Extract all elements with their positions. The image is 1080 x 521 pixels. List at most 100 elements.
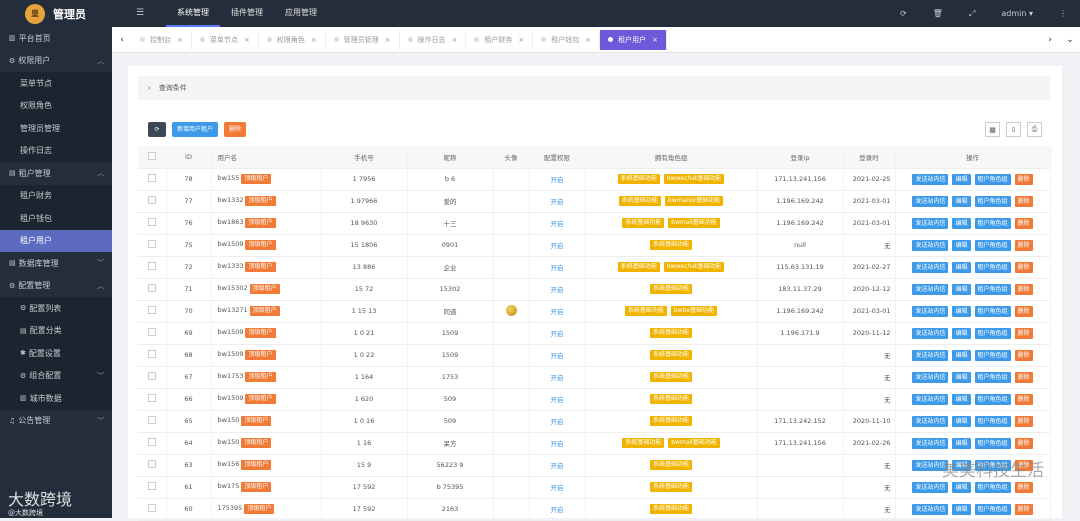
row-select[interactable] bbox=[138, 498, 167, 521]
delete-button[interactable]: 删除 bbox=[1014, 217, 1033, 229]
print-icon[interactable]: ⎙ bbox=[1027, 122, 1042, 137]
sidebar-item[interactable]: 管理员管理 bbox=[0, 117, 112, 140]
fullscreen-icon[interactable]: ⤢ bbox=[969, 9, 975, 19]
edit-button[interactable]: 编辑 bbox=[952, 173, 971, 185]
row-permission[interactable]: 开启 bbox=[529, 300, 586, 323]
query-toggle[interactable]: › 查询条件 bbox=[138, 76, 1050, 100]
refresh-button[interactable]: ⟳ bbox=[148, 122, 166, 137]
sidebar-item[interactable]: ▥ 平台首页 bbox=[0, 27, 112, 50]
delete-button[interactable]: 删除 bbox=[1014, 195, 1033, 207]
sidebar-item[interactable]: ⚙ 配置管理 ︿ bbox=[0, 275, 112, 298]
add-tenant-button[interactable]: 新增用户租户 bbox=[172, 122, 219, 137]
permission-link[interactable]: 开启 bbox=[551, 176, 564, 184]
close-icon[interactable]: × bbox=[177, 30, 183, 50]
edit-button[interactable]: 编辑 bbox=[952, 481, 971, 493]
topnav-item[interactable]: 应用管理 bbox=[274, 0, 328, 27]
select-all[interactable] bbox=[138, 146, 167, 169]
permission-link[interactable]: 开启 bbox=[551, 264, 564, 272]
row-select[interactable] bbox=[138, 300, 167, 323]
row-select[interactable] bbox=[138, 476, 167, 499]
row-permission[interactable]: 开启 bbox=[529, 476, 586, 499]
tabs-left-icon[interactable]: ‹ bbox=[112, 35, 132, 45]
topnav-item[interactable]: 插件管理 bbox=[220, 0, 274, 27]
row-select[interactable] bbox=[138, 234, 167, 257]
edit-button[interactable]: 编辑 bbox=[952, 437, 971, 449]
delete-button[interactable]: 删除 bbox=[224, 122, 247, 137]
permission-link[interactable]: 开启 bbox=[551, 462, 564, 470]
permission-link[interactable]: 开启 bbox=[551, 352, 564, 360]
send-message-button[interactable]: 发送站内信 bbox=[912, 349, 949, 361]
role-group-button[interactable]: 租户角色组 bbox=[974, 195, 1011, 207]
row-select[interactable] bbox=[138, 256, 167, 279]
checkbox[interactable] bbox=[147, 240, 156, 248]
send-message-button[interactable]: 发送站内信 bbox=[912, 173, 949, 185]
menu-icon[interactable]: ☰ bbox=[136, 8, 144, 18]
row-permission[interactable]: 开启 bbox=[529, 322, 586, 345]
row-select[interactable] bbox=[138, 212, 167, 235]
send-message-button[interactable]: 发送站内信 bbox=[912, 327, 949, 339]
sidebar-item[interactable]: 租户用户 bbox=[0, 229, 112, 252]
permission-link[interactable]: 开启 bbox=[551, 330, 564, 338]
user-menu[interactable]: admin ▾ bbox=[1001, 9, 1033, 18]
role-group-button[interactable]: 租户角色组 bbox=[974, 437, 1011, 449]
permission-link[interactable]: 开启 bbox=[551, 198, 564, 206]
permission-link[interactable]: 开启 bbox=[551, 374, 564, 382]
delete-button[interactable]: 删除 bbox=[1014, 305, 1033, 317]
role-group-button[interactable]: 租户角色组 bbox=[974, 371, 1011, 383]
permission-link[interactable]: 开启 bbox=[551, 418, 564, 426]
row-select[interactable] bbox=[138, 322, 167, 345]
row-permission[interactable]: 开启 bbox=[529, 454, 586, 477]
delete-button[interactable]: 删除 bbox=[1014, 261, 1033, 273]
edit-button[interactable]: 编辑 bbox=[952, 503, 971, 515]
role-group-button[interactable]: 租户角色组 bbox=[974, 349, 1011, 361]
row-permission[interactable]: 开启 bbox=[529, 498, 586, 521]
row-select[interactable] bbox=[138, 388, 167, 411]
role-group-button[interactable]: 租户角色组 bbox=[974, 481, 1011, 493]
permission-link[interactable]: 开启 bbox=[551, 506, 564, 514]
checkbox[interactable] bbox=[147, 394, 156, 402]
permission-link[interactable]: 开启 bbox=[551, 286, 564, 294]
tab-item[interactable]: 租户用户 × bbox=[600, 29, 667, 50]
send-message-button[interactable]: 发送站内信 bbox=[912, 217, 949, 229]
edit-button[interactable]: 编辑 bbox=[952, 327, 971, 339]
edit-button[interactable]: 编辑 bbox=[952, 239, 971, 251]
tab-item[interactable]: 租户财务 × bbox=[466, 29, 534, 50]
edit-button[interactable]: 编辑 bbox=[952, 305, 971, 317]
close-icon[interactable]: × bbox=[518, 30, 524, 50]
role-group-button[interactable]: 租户角色组 bbox=[974, 217, 1011, 229]
checkbox[interactable] bbox=[147, 196, 156, 204]
permission-link[interactable]: 开启 bbox=[551, 308, 564, 316]
checkbox[interactable] bbox=[147, 174, 156, 182]
checkbox[interactable] bbox=[147, 372, 156, 380]
role-group-button[interactable]: 租户角色组 bbox=[974, 305, 1011, 317]
checkbox[interactable] bbox=[147, 284, 156, 292]
role-group-button[interactable]: 租户角色组 bbox=[974, 503, 1011, 515]
role-group-button[interactable]: 租户角色组 bbox=[974, 239, 1011, 251]
sidebar-item[interactable]: 权限角色 bbox=[0, 94, 112, 117]
checkbox[interactable] bbox=[147, 460, 156, 468]
role-group-button[interactable]: 租户角色组 bbox=[974, 283, 1011, 295]
edit-button[interactable]: 编辑 bbox=[952, 371, 971, 383]
permission-link[interactable]: 开启 bbox=[551, 484, 564, 492]
delete-button[interactable]: 删除 bbox=[1014, 349, 1033, 361]
refresh-icon[interactable]: ⟳ bbox=[900, 9, 907, 18]
tabs-menu-icon[interactable]: ⌄ bbox=[1060, 35, 1080, 45]
checkbox[interactable] bbox=[147, 416, 156, 424]
tab-item[interactable]: 操作日志 × bbox=[400, 29, 467, 50]
send-message-button[interactable]: 发送站内信 bbox=[912, 437, 949, 449]
checkbox[interactable] bbox=[147, 151, 156, 160]
row-select[interactable] bbox=[138, 432, 167, 455]
send-message-button[interactable]: 发送站内信 bbox=[912, 195, 949, 207]
delete-button[interactable]: 删除 bbox=[1014, 239, 1033, 251]
send-message-button[interactable]: 发送站内信 bbox=[912, 239, 949, 251]
permission-link[interactable]: 开启 bbox=[551, 220, 564, 228]
send-message-button[interactable]: 发送站内信 bbox=[912, 481, 949, 493]
more-icon[interactable]: ⋮ bbox=[1059, 9, 1067, 18]
send-message-button[interactable]: 发送站内信 bbox=[912, 503, 949, 515]
delete-button[interactable]: 删除 bbox=[1014, 283, 1033, 295]
sidebar-item[interactable]: 租户财务 bbox=[0, 184, 112, 207]
send-message-button[interactable]: 发送站内信 bbox=[912, 371, 949, 383]
row-permission[interactable]: 开启 bbox=[529, 190, 586, 213]
row-select[interactable] bbox=[138, 366, 167, 389]
sidebar-item[interactable]: ✱ 配置设置 bbox=[0, 342, 112, 365]
